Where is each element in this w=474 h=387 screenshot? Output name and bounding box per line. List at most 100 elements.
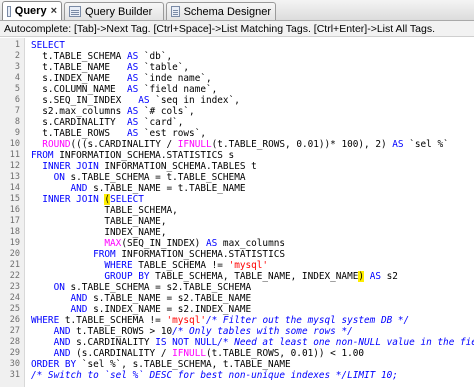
tab-label: Query [14, 5, 47, 17]
code-text: AND s.TABLE_NAME = t.TABLE_NAME [70, 183, 246, 194]
code-line[interactable]: 25 AND s.INDEX_NAME = s2.INDEX_NAME [0, 304, 474, 315]
line-number: 17 [9, 216, 20, 226]
code-line[interactable]: 28 AND s.CARDINALITY IS NOT NULL/* Need … [0, 337, 474, 348]
line-number: 24 [9, 293, 20, 303]
line-number: 26 [9, 315, 20, 325]
line-number: 10 [9, 139, 20, 149]
code-text: /* Switch to `sel %` DESC for best non-u… [31, 370, 398, 381]
code-line[interactable]: 22 GROUP BY TABLE_SCHEMA, TABLE_NAME, IN… [0, 271, 474, 282]
code-line[interactable]: 29 AND (s.CARDINALITY / IFNULL(t.TABLE_R… [0, 348, 474, 359]
schema-designer-icon [171, 6, 180, 17]
code-line[interactable]: 16 TABLE_SCHEMA, [0, 205, 474, 216]
code-line[interactable]: 21 WHERE TABLE_SCHEMA != 'mysql' [0, 260, 474, 271]
line-number: 14 [9, 183, 20, 193]
line-number: 27 [9, 326, 20, 336]
line-number: 25 [9, 304, 20, 314]
code-text: AND s.CARDINALITY IS NOT NULL/* Need at … [53, 337, 474, 348]
code-line[interactable]: 12 INNER JOIN INFORMATION_SCHEMA.TABLES … [0, 161, 474, 172]
line-number: 30 [9, 359, 20, 369]
code-line[interactable]: 18 INDEX_NAME, [0, 227, 474, 238]
line-number: 22 [9, 271, 20, 281]
line-number: 8 [14, 117, 20, 127]
line-number: 2 [14, 51, 20, 61]
line-number: 12 [9, 161, 20, 171]
code-line[interactable]: 19 MAX(SEQ_IN_INDEX) AS max_columns [0, 238, 474, 249]
code-line[interactable]: 27 AND t.TABLE_ROWS > 10/* Only tables w… [0, 326, 474, 337]
line-number: 20 [9, 249, 20, 259]
code-line[interactable]: 24 AND s.TABLE_NAME = s2.TABLE_NAME [0, 293, 474, 304]
code-line[interactable]: 7 s2.max_columns AS `# cols`, [0, 106, 474, 117]
close-icon[interactable]: × [51, 5, 57, 17]
code-text: ORDER BY `sel %`, s.TABLE_SCHEMA, t.TABL… [31, 359, 291, 370]
code-line[interactable]: 10 ROUND(((s.CARDINALITY / IFNULL(t.TABL… [0, 139, 474, 150]
code-text: ON s.TABLE_SCHEMA = s2.TABLE_SCHEMA [53, 282, 252, 293]
tab-label: Query Builder [85, 5, 153, 18]
sql-editor[interactable]: 1 SELECT 2 t.TABLE_SCHEMA AS `db`, 3 t.TABL… [0, 38, 474, 387]
code-line[interactable]: 15 INNER JOIN (SELECT [0, 194, 474, 205]
line-number: 28 [9, 337, 20, 347]
line-number: 19 [9, 238, 20, 248]
tab-query-builder[interactable]: Query Builder [64, 2, 164, 20]
line-number: 1 [14, 40, 20, 50]
code-line[interactable]: 1 SELECT [0, 40, 474, 51]
query-icon [7, 5, 11, 17]
code-text: s2.max_columns AS `# cols`, [31, 106, 195, 117]
code-text: MAX(SEQ_IN_INDEX) AS max_columns [104, 238, 286, 249]
code-text: TABLE_SCHEMA, [31, 205, 178, 216]
code-line[interactable]: 26 WHERE t.TABLE_SCHEMA != 'mysql'/* Filt… [0, 315, 474, 326]
code-text: AND s.INDEX_NAME = s2.INDEX_NAME [70, 304, 252, 315]
code-line[interactable]: 3 t.TABLE_NAME AS `table`, [0, 62, 474, 73]
code-line[interactable]: 30 ORDER BY `sel %`, s.TABLE_SCHEMA, t.TA… [0, 359, 474, 370]
code-text: TABLE_NAME, [31, 216, 167, 227]
tab-query[interactable]: Query × [2, 1, 62, 20]
line-number: 16 [9, 205, 20, 215]
code-line[interactable]: 6 s.SEQ_IN_INDEX AS `seq in index`, [0, 95, 474, 106]
code-line[interactable]: 31 /* Switch to `sel %` DESC for best non… [0, 370, 474, 381]
code-text: s.SEQ_IN_INDEX AS `seq in index`, [31, 95, 240, 106]
code-text: FROM INFORMATION_SCHEMA.STATISTICS s [31, 150, 235, 161]
code-line[interactable]: 2 t.TABLE_SCHEMA AS `db`, [0, 51, 474, 62]
code-text: AND t.TABLE_ROWS > 10/* Only tables with… [53, 326, 353, 337]
query-builder-icon [69, 6, 81, 17]
code-text: s.COLUMN_NAME AS `field name`, [31, 84, 218, 95]
line-number: 4 [14, 73, 20, 83]
line-number: 31 [9, 370, 20, 380]
line-number: 23 [9, 282, 20, 292]
line-number: 13 [9, 172, 20, 182]
tab-schema-designer[interactable]: Schema Designer [166, 2, 276, 20]
code-text: s.INDEX_NAME AS `inde name`, [31, 73, 212, 84]
code-line[interactable]: 23 ON s.TABLE_SCHEMA = s2.TABLE_SCHEMA [0, 282, 474, 293]
line-number: 18 [9, 227, 20, 237]
code-text: ON s.TABLE_SCHEMA = t.TABLE_SCHEMA [53, 172, 246, 183]
code-line[interactable]: 8 s.CARDINALITY AS `card`, [0, 117, 474, 128]
code-text: INNER JOIN (SELECT [42, 194, 144, 205]
code-line[interactable]: 17 TABLE_NAME, [0, 216, 474, 227]
code-text: WHERE t.TABLE_SCHEMA != 'mysql'/* Filter… [31, 315, 410, 326]
code-text: t.TABLE_NAME AS `table`, [31, 62, 190, 73]
code-line[interactable]: 11 FROM INFORMATION_SCHEMA.STATISTICS s [0, 150, 474, 161]
line-number: 6 [14, 95, 20, 105]
code-line[interactable]: 9 t.TABLE_ROWS AS `est rows`, [0, 128, 474, 139]
code-line[interactable]: 20 FROM INFORMATION_SCHEMA.STATISTICS [0, 249, 474, 260]
code-text: INDEX_NAME, [31, 227, 167, 238]
code-text: WHERE TABLE_SCHEMA != 'mysql' [104, 260, 269, 271]
tab-label: Schema Designer [183, 5, 271, 18]
line-number: 15 [9, 194, 20, 204]
line-number: 5 [14, 84, 20, 94]
code-text: GROUP BY TABLE_SCHEMA, TABLE_NAME, INDEX… [104, 271, 398, 282]
code-text: SELECT [31, 40, 65, 51]
code-line[interactable]: 14 AND s.TABLE_NAME = t.TABLE_NAME [0, 183, 474, 194]
code-text: FROM INFORMATION_SCHEMA.STATISTICS [93, 249, 285, 260]
line-number: 3 [14, 62, 20, 72]
code-line[interactable]: 13 ON s.TABLE_SCHEMA = t.TABLE_SCHEMA [0, 172, 474, 183]
code-line[interactable]: 5 s.COLUMN_NAME AS `field name`, [0, 84, 474, 95]
code-text: s.CARDINALITY AS `card`, [31, 117, 184, 128]
code-text: t.TABLE_SCHEMA AS `db`, [31, 51, 173, 62]
code-lines: 1 SELECT 2 t.TABLE_SCHEMA AS `db`, 3 t.TABL… [0, 40, 474, 381]
code-text: AND s.TABLE_NAME = s2.TABLE_NAME [70, 293, 252, 304]
line-number: 21 [9, 260, 20, 270]
line-number: 11 [9, 150, 20, 160]
code-text: INNER JOIN INFORMATION_SCHEMA.TABLES t [42, 161, 257, 172]
code-text: ROUND(((s.CARDINALITY / IFNULL(t.TABLE_R… [42, 139, 449, 150]
code-line[interactable]: 4 s.INDEX_NAME AS `inde name`, [0, 73, 474, 84]
